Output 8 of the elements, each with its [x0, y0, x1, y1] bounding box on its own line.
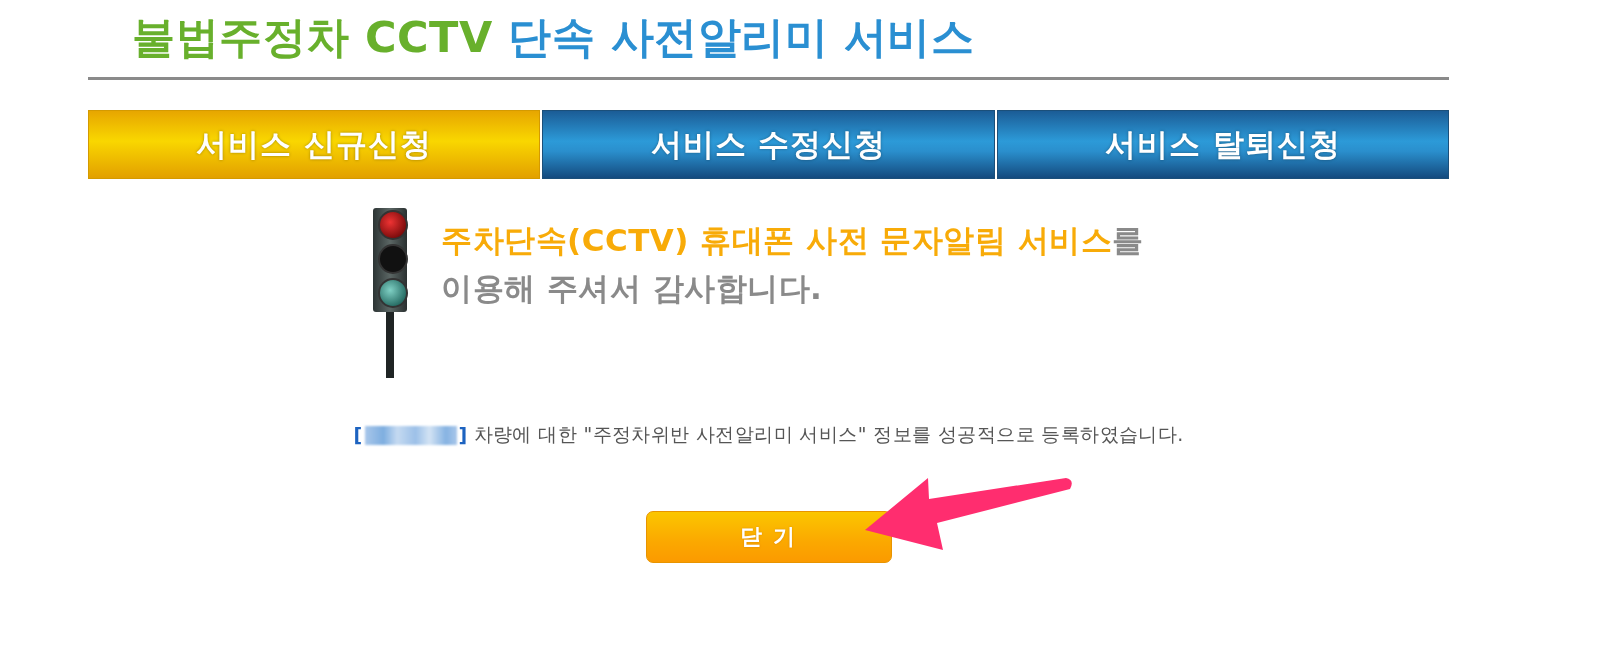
closing-bracket: ] — [458, 424, 468, 446]
success-message: 차량에 대한 "주정차위반 사전알리미 서비스" 정보를 성공적으로 등록하였습니다. — [473, 422, 1184, 447]
service-tab[interactable]: 서비스 탈퇴신청 — [996, 110, 1449, 179]
service-tab[interactable]: 서비스 수정신청 — [542, 110, 995, 179]
thank-you-message: 주차단속(CCTV) 휴대폰 사전 문자알림 서비스를 이용해 주셔서 감사합니다. — [441, 221, 1144, 308]
page-title: 불법주정차 CCTV 단속 사전알리미 서비스 — [132, 11, 975, 64]
close-button[interactable]: 닫 기 — [645, 511, 892, 563]
opening-bracket: [ — [353, 424, 363, 446]
